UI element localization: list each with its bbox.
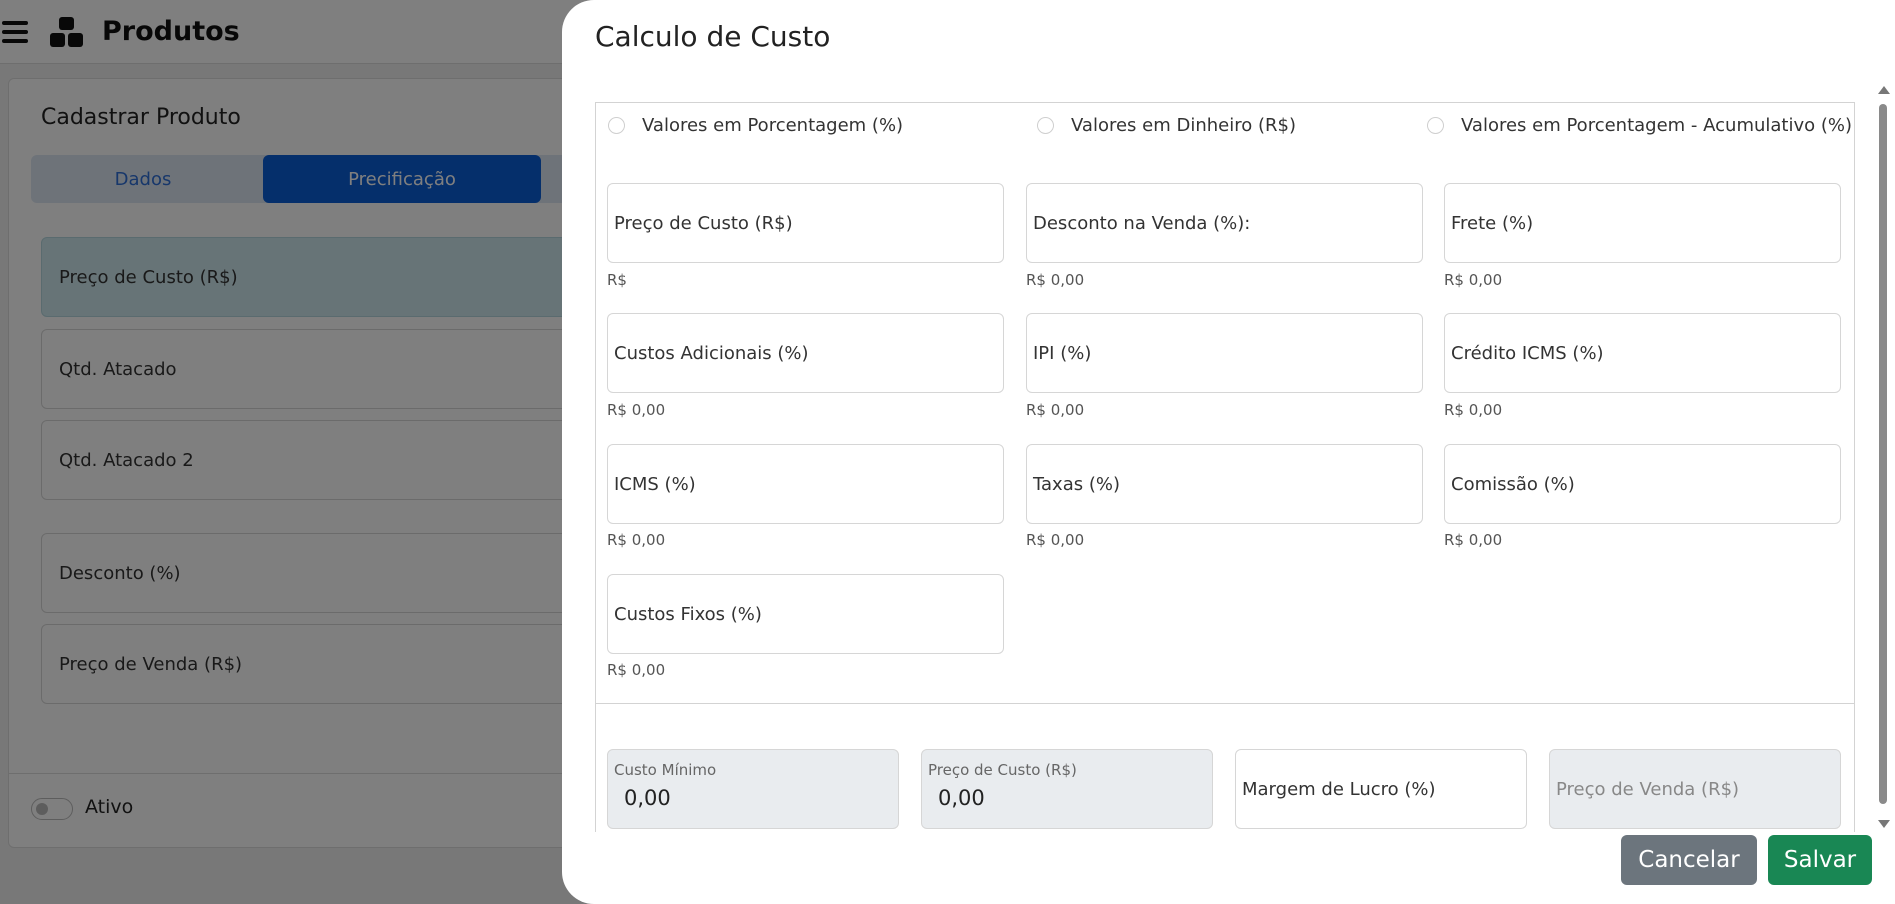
frete-hint: R$ 0,00 (1444, 271, 1503, 289)
custos-fixos-hint: R$ 0,00 (607, 661, 666, 679)
radio-money[interactable]: Valores em Dinheiro (R$) (1037, 115, 1296, 136)
custo-minimo-field: Custo Mínimo 0,00 (607, 749, 899, 829)
radio-percentage[interactable]: Valores em Porcentagem (%) (608, 115, 903, 136)
preco-custo-input[interactable]: Preço de Custo (R$) (607, 183, 1004, 263)
custos-fixos-input[interactable]: Custos Fixos (%) (607, 574, 1004, 654)
ipi-hint: R$ 0,00 (1026, 401, 1085, 419)
margem-lucro-placeholder: Margem de Lucro (%) (1242, 778, 1436, 800)
ipi-input[interactable]: IPI (%) (1026, 313, 1423, 393)
modal-body: Valores em Porcentagem (%) Valores em Di… (595, 102, 1855, 832)
scroll-down-arrow-icon[interactable] (1878, 820, 1890, 828)
icms-input[interactable]: ICMS (%) (607, 444, 1004, 524)
custo-minimo-value: 0,00 (624, 786, 671, 810)
scroll-up-arrow-icon[interactable] (1878, 86, 1890, 94)
cost-calculation-modal: Calculo de Custo Valores em Porcentagem … (562, 0, 1895, 904)
credito-icms-hint: R$ 0,00 (1444, 401, 1503, 419)
radio-label: Valores em Dinheiro (R$) (1071, 115, 1296, 136)
custo-minimo-label: Custo Mínimo (614, 761, 717, 779)
radio-percentage-cumulative[interactable]: Valores em Porcentagem - Acumulativo (%) (1427, 115, 1852, 136)
radio-circle[interactable] (608, 117, 625, 134)
modal-title: Calculo de Custo (595, 20, 831, 53)
radio-label: Valores em Porcentagem - Acumulativo (%) (1461, 115, 1853, 136)
preco-venda-summary-placeholder: Preço de Venda (R$) (1556, 778, 1740, 800)
desconto-venda-hint: R$ 0,00 (1026, 271, 1085, 289)
taxas-input[interactable]: Taxas (%) (1026, 444, 1423, 524)
custos-adicionais-hint: R$ 0,00 (607, 401, 666, 419)
icms-hint: R$ 0,00 (607, 531, 666, 549)
cancel-button[interactable]: Cancelar (1621, 835, 1757, 885)
preco-custo-hint: R$ (607, 271, 627, 289)
credito-icms-input[interactable]: Crédito ICMS (%) (1444, 313, 1841, 393)
preco-custo-summary-value: 0,00 (938, 786, 985, 810)
margem-lucro-input[interactable]: Margem de Lucro (%) (1235, 749, 1527, 829)
radio-label: Valores em Porcentagem (%) (642, 115, 904, 136)
comissao-hint: R$ 0,00 (1444, 531, 1503, 549)
frete-input[interactable]: Frete (%) (1444, 183, 1841, 263)
comissao-input[interactable]: Comissão (%) (1444, 444, 1841, 524)
radio-circle[interactable] (1037, 117, 1054, 134)
taxas-hint: R$ 0,00 (1026, 531, 1085, 549)
section-divider (596, 703, 1854, 704)
desconto-venda-input[interactable]: Desconto na Venda (%): (1026, 183, 1423, 263)
save-button[interactable]: Salvar (1768, 835, 1872, 885)
radio-circle[interactable] (1427, 117, 1444, 134)
preco-custo-summary-label: Preço de Custo (R$) (928, 761, 1077, 779)
preco-custo-summary-field: Preço de Custo (R$) 0,00 (921, 749, 1213, 829)
custos-adicionais-input[interactable]: Custos Adicionais (%) (607, 313, 1004, 393)
preco-venda-summary-field: Preço de Venda (R$) (1549, 749, 1841, 829)
modal-scrollbar[interactable] (1876, 84, 1890, 832)
scrollbar-thumb[interactable] (1879, 104, 1887, 804)
